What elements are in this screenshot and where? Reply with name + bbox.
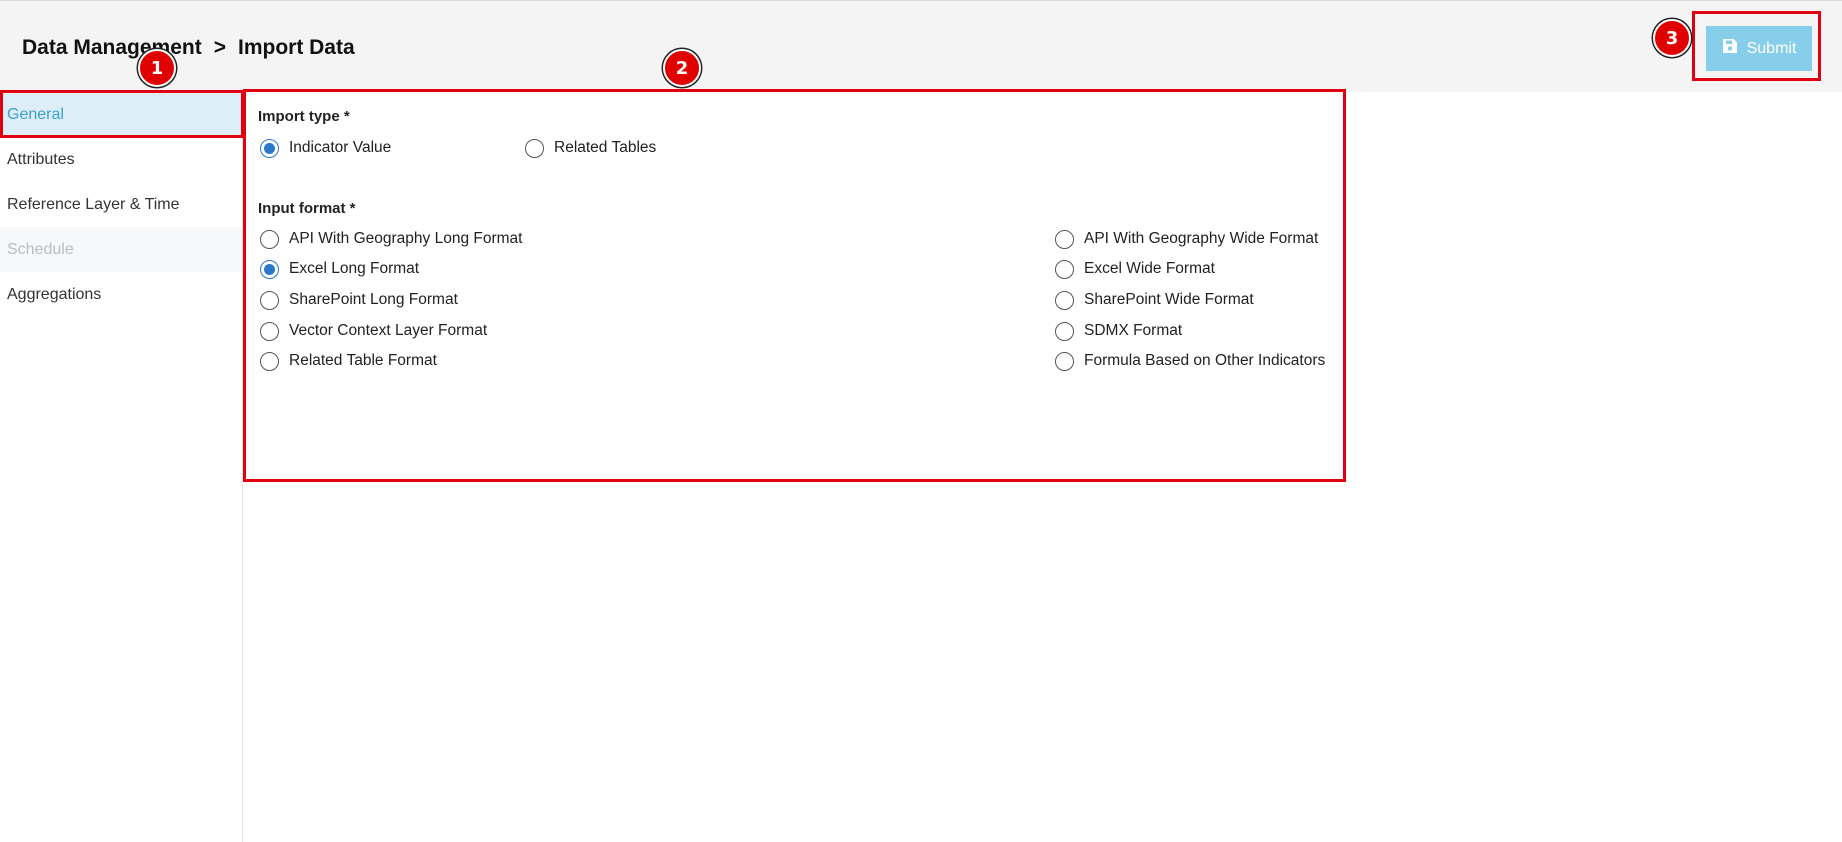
sidebar-item-attributes[interactable]: Attributes: [0, 137, 242, 182]
sidebar: General Attributes Reference Layer & Tim…: [0, 92, 243, 842]
page-header: Data Management > Import Data Submit: [0, 0, 1842, 92]
breadcrumb-data-management[interactable]: Data Management: [22, 36, 202, 60]
breadcrumb-separator: >: [213, 36, 226, 59]
sidebar-item-schedule: Schedule: [0, 227, 242, 272]
highlight-box-form: [243, 89, 1346, 482]
highlight-box-general: [0, 90, 244, 138]
highlight-box-submit: [1692, 11, 1821, 81]
sidebar-item-aggregations[interactable]: Aggregations: [0, 272, 242, 317]
sidebar-item-reference-layer-time[interactable]: Reference Layer & Time: [0, 182, 242, 227]
annotation-marker-2: 2: [663, 49, 701, 87]
annotation-marker-3: 3: [1653, 19, 1691, 57]
breadcrumb-import-data: Import Data: [237, 36, 355, 59]
annotation-marker-1: 1: [138, 49, 176, 87]
breadcrumb: Data Management > Import Data: [22, 36, 355, 60]
